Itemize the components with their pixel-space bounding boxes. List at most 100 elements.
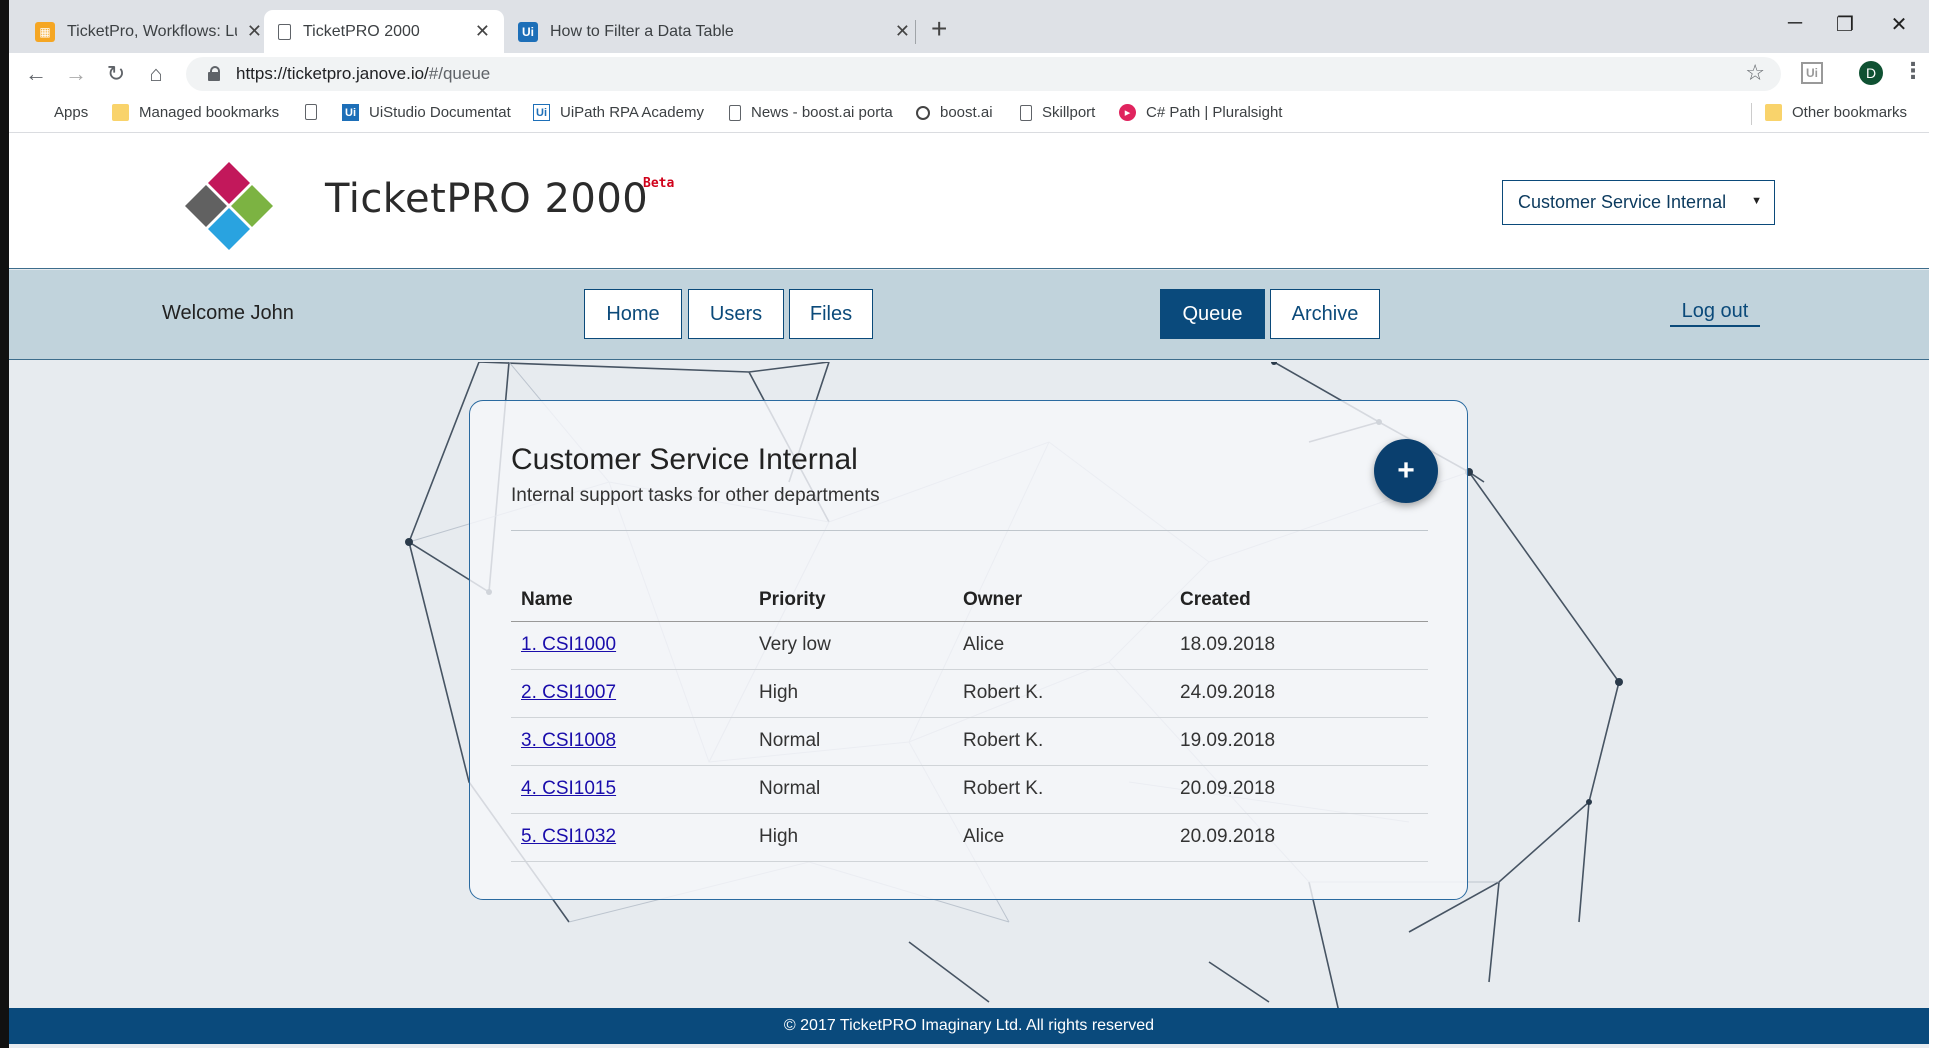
bookmark-managed-bookmarks[interactable]: Managed bookmarks [112,104,279,121]
bookmark-label: Apps [54,104,89,121]
priority-cell: High [749,669,953,718]
bookmark-label: Skillport [1042,104,1096,121]
site-footer: © 2017 TicketPRO Imaginary Ltd. All righ… [9,1008,1929,1044]
nav-archive-button[interactable]: Archive [1270,289,1380,339]
page-icon [729,104,741,121]
bookmark-uipath-rpa-academy[interactable]: Ui UiPath RPA Academy [533,104,704,121]
page-icon [305,104,317,120]
bookmark-star-icon[interactable]: ☆ [1745,60,1765,86]
tab-strip: ▦ TicketPro, Workflows: Lucidchart ✕ Tic… [9,0,1929,53]
bookmark-label: News - boost.ai porta [751,104,893,121]
created-cell: 24.09.2018 [1170,669,1428,718]
column-header-owner[interactable]: Owner [953,579,1170,622]
welcome-text: Welcome John [162,302,294,324]
nav-queue-button[interactable]: Queue [1160,289,1265,339]
new-tab-button[interactable]: + [931,14,947,44]
table-row: 2. CSI1007 High Robert K. 24.09.2018 [511,669,1428,718]
brand-name: TicketPRO 2000 [325,176,649,222]
home-icon[interactable]: ⌂ [141,59,171,89]
window-edge [1929,0,1938,1048]
logout-link[interactable]: Log out [1670,300,1760,327]
ticket-link[interactable]: 1. CSI1000 [521,634,616,655]
bookmark-boost-ai[interactable]: boost.ai [916,104,993,121]
created-cell: 18.09.2018 [1170,621,1428,670]
nav-users-button[interactable]: Users [688,289,784,339]
close-icon[interactable]: ✕ [895,21,910,42]
table-header-row: Name Priority Owner Created [511,579,1428,622]
created-cell: 20.09.2018 [1170,765,1428,814]
address-bar[interactable]: https://ticketpro.janove.io/#/queue ☆ [186,57,1781,91]
add-ticket-button[interactable]: + [1374,439,1438,503]
ticket-link[interactable]: 3. CSI1008 [521,730,616,751]
profile-avatar[interactable]: D [1859,61,1883,85]
url-host: https://ticketpro.janove.io/ [236,64,429,83]
browser-toolbar: ← → ↻ ⌂ https://ticketpro.janove.io/#/qu… [9,53,1929,95]
boost-icon [916,105,930,120]
close-icon[interactable]: ✕ [475,21,490,42]
ticket-link[interactable]: 4. CSI1015 [521,778,616,799]
browser-window: ▦ TicketPro, Workflows: Lucidchart ✕ Tic… [9,0,1929,136]
url-text[interactable]: https://ticketpro.janove.io/#/queue [236,64,490,84]
department-select[interactable]: Customer Service Internal ▼ [1502,180,1775,225]
ticket-name-cell: 1. CSI1000 [511,621,749,670]
bookmark-skillport[interactable]: Skillport [1020,104,1095,121]
uipath-extension-icon[interactable]: Ui [1801,62,1823,84]
forward-icon[interactable]: → [61,59,91,89]
nav-files-button[interactable]: Files [789,289,873,339]
site-header: TicketPRO 2000 Beta Customer Service Int… [9,136,1929,269]
beta-badge: Beta [643,176,675,191]
bookmark-uistudio-documentation[interactable]: Ui UiStudio Documentat [342,104,524,121]
bookmark-news-boost-ai[interactable]: News - boost.ai porta [729,104,901,121]
ticket-name-cell: 3. CSI1008 [511,717,749,766]
owner-cell: Robert K. [953,669,1170,718]
column-header-created[interactable]: Created [1170,579,1428,622]
tab-ticketpro[interactable]: TicketPRO 2000 ✕ [264,10,504,53]
bookmark-apps[interactable]: Apps [28,104,88,121]
url-path: #/queue [428,64,491,83]
bookmark-label: Managed bookmarks [139,104,280,121]
owner-cell: Alice [953,813,1170,862]
bookmarks-separator [1751,103,1752,125]
browser-menu-icon[interactable]: ⋮ [1902,58,1924,84]
tab-title: TicketPro, Workflows: Lucidchart [67,22,237,40]
minimize-icon[interactable]: ─ [1775,12,1815,35]
page-icon [1020,104,1032,121]
uipath-outline-icon: Ui [533,104,550,121]
ticketpro-logo[interactable] [184,160,274,250]
owner-cell: Alice [953,621,1170,670]
tab-filter-data-table[interactable]: Ui How to Filter a Data Table ✕ [504,10,924,53]
web-page: TicketPRO 2000 Beta Customer Service Int… [9,136,1929,1048]
bookmark-pluralsight[interactable]: ▸ C# Path | Pluralsight [1119,104,1282,121]
bookmark-page[interactable] [305,104,327,120]
folder-icon [112,104,129,121]
uipath-icon: Ui [518,21,538,42]
table-row: 4. CSI1015 Normal Robert K. 20.09.2018 [511,765,1428,814]
bookmark-other-bookmarks[interactable]: Other bookmarks [1765,104,1907,121]
ticket-name-cell: 2. CSI1007 [511,669,749,718]
tab-title: TicketPRO 2000 [303,22,420,40]
bookmark-label: C# Path | Pluralsight [1146,104,1283,121]
main-nav: Welcome John Home Users Files Queue Arch… [9,270,1929,360]
created-cell: 20.09.2018 [1170,813,1428,862]
priority-cell: High [749,813,953,862]
owner-cell: Robert K. [953,717,1170,766]
ticket-name-cell: 4. CSI1015 [511,765,749,814]
ticket-table: Name Priority Owner Created 1. CSI1000 V… [511,579,1428,862]
reload-icon[interactable]: ↻ [101,59,131,89]
close-icon[interactable]: ✕ [247,21,262,42]
window-close-icon[interactable]: ✕ [1879,12,1919,37]
owner-cell: Robert K. [953,765,1170,814]
column-header-priority[interactable]: Priority [749,579,953,622]
ticket-link[interactable]: 2. CSI1007 [521,682,616,703]
bookmark-label: UiPath RPA Academy [560,104,704,121]
tab-lucidchart[interactable]: ▦ TicketPro, Workflows: Lucidchart ✕ [21,10,276,53]
restore-icon[interactable]: ❐ [1825,12,1865,37]
nav-home-button[interactable]: Home [584,289,682,339]
ticket-link[interactable]: 5. CSI1032 [521,826,616,847]
back-icon[interactable]: ← [21,59,51,89]
tab-separator [915,20,916,44]
column-header-name[interactable]: Name [511,579,749,622]
department-select-value: Customer Service Internal [1518,192,1727,212]
lock-icon [208,66,222,82]
created-cell: 19.09.2018 [1170,717,1428,766]
